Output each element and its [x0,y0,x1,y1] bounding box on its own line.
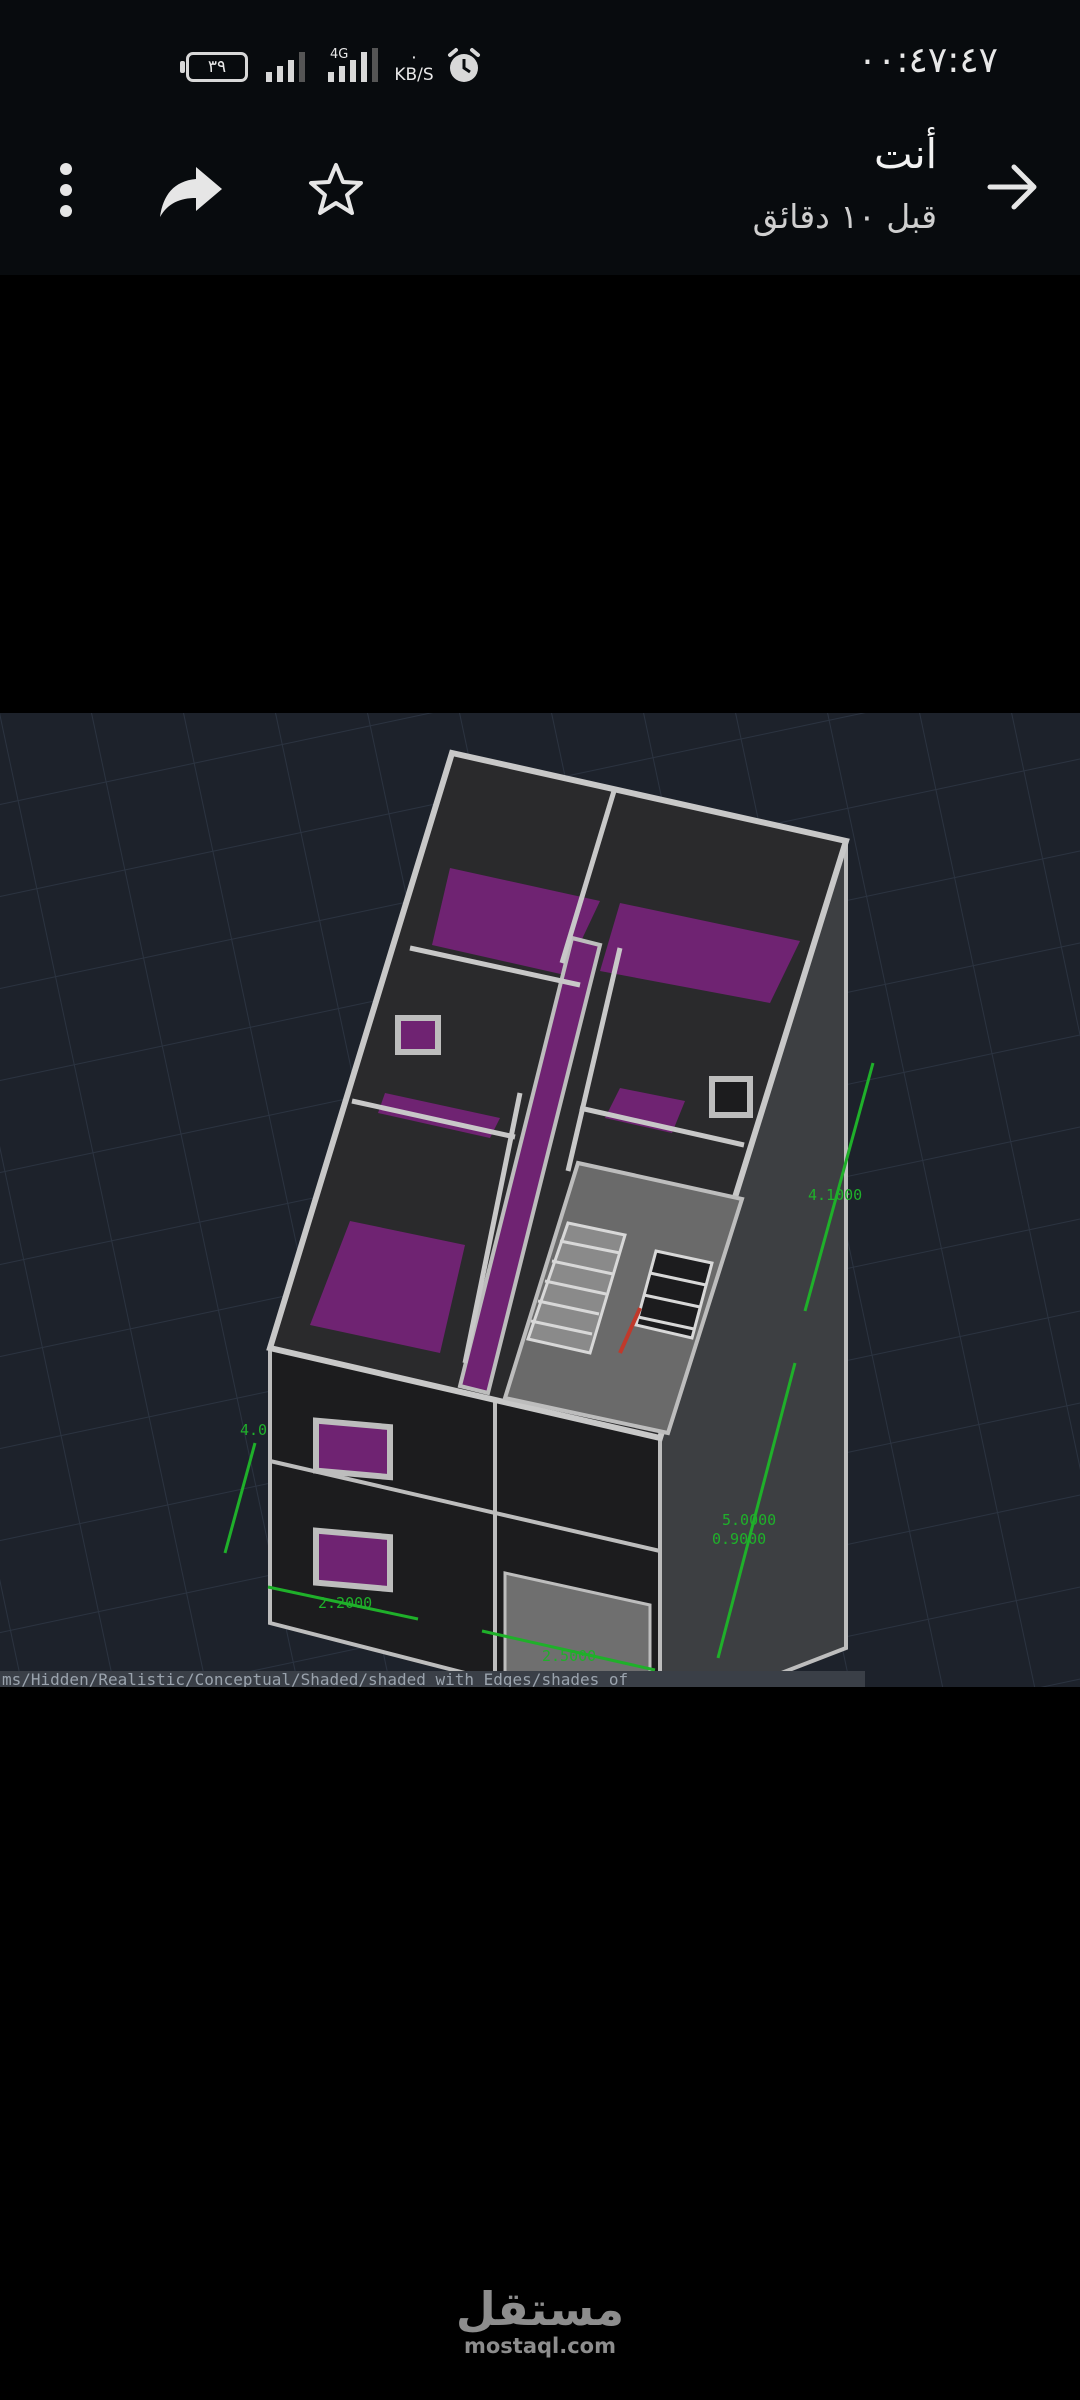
battery-level: ٣٩ [207,57,227,77]
share-icon [160,167,222,217]
dimension-label: 4.1000 [808,1186,862,1204]
sender-name: أنت [873,130,937,178]
cad-3d-house-render: 4.1000 4.0 5.0000 0.9000 2.2000 2.5000 m… [0,713,1080,1726]
back-button[interactable] [986,160,1040,218]
share-button[interactable] [158,165,224,223]
dimension-label: 4.0 [240,1421,267,1439]
dimension-label: 2.5000 [542,1647,596,1665]
watermark: مستقل mostaql.com [0,2285,1080,2359]
dimension-label: 2.2000 [318,1594,372,1612]
status-time: ٠٠:٤٧:٤٧ [857,40,998,81]
network-type: 4G [330,48,348,62]
dimension-label: 5.0000 [722,1511,776,1529]
more-options-button[interactable] [54,160,78,224]
data-speed-value: ٠ [409,47,419,67]
window [313,1527,393,1593]
star-icon [309,163,363,215]
signal-4g-icon: 4G [328,48,378,82]
top-app-bar: أنت قبل ١٠ دقائق [0,105,1080,275]
status-bar: ٣٩ 4G ٠ KB/S ٠٠:٤٧:٤٧ [0,0,1080,105]
battery-icon: ٣٩ [180,52,248,82]
window [313,1417,393,1481]
data-speed: ٠ KB/S [392,48,436,84]
dimension-label: 0.9000 [712,1530,766,1548]
shared-image[interactable]: 4.1000 4.0 5.0000 0.9000 2.2000 2.5000 m… [0,713,1080,1726]
window [395,1015,441,1055]
more-vertical-icon [60,163,72,217]
watermark-url: mostaql.com [464,2334,616,2358]
window [709,1076,753,1118]
star-button[interactable] [306,160,366,224]
signal-icon [266,52,305,82]
watermark-brand: مستقل [455,2282,625,2336]
alarm-icon [448,48,480,82]
data-speed-unit: KB/S [394,65,434,85]
message-timestamp: قبل ١٠ دقائق [752,197,937,236]
command-line-text: ms/Hidden/Realistic/Conceptual/Shaded/sh… [2,1670,628,1687]
back-arrow-icon [987,164,1037,210]
